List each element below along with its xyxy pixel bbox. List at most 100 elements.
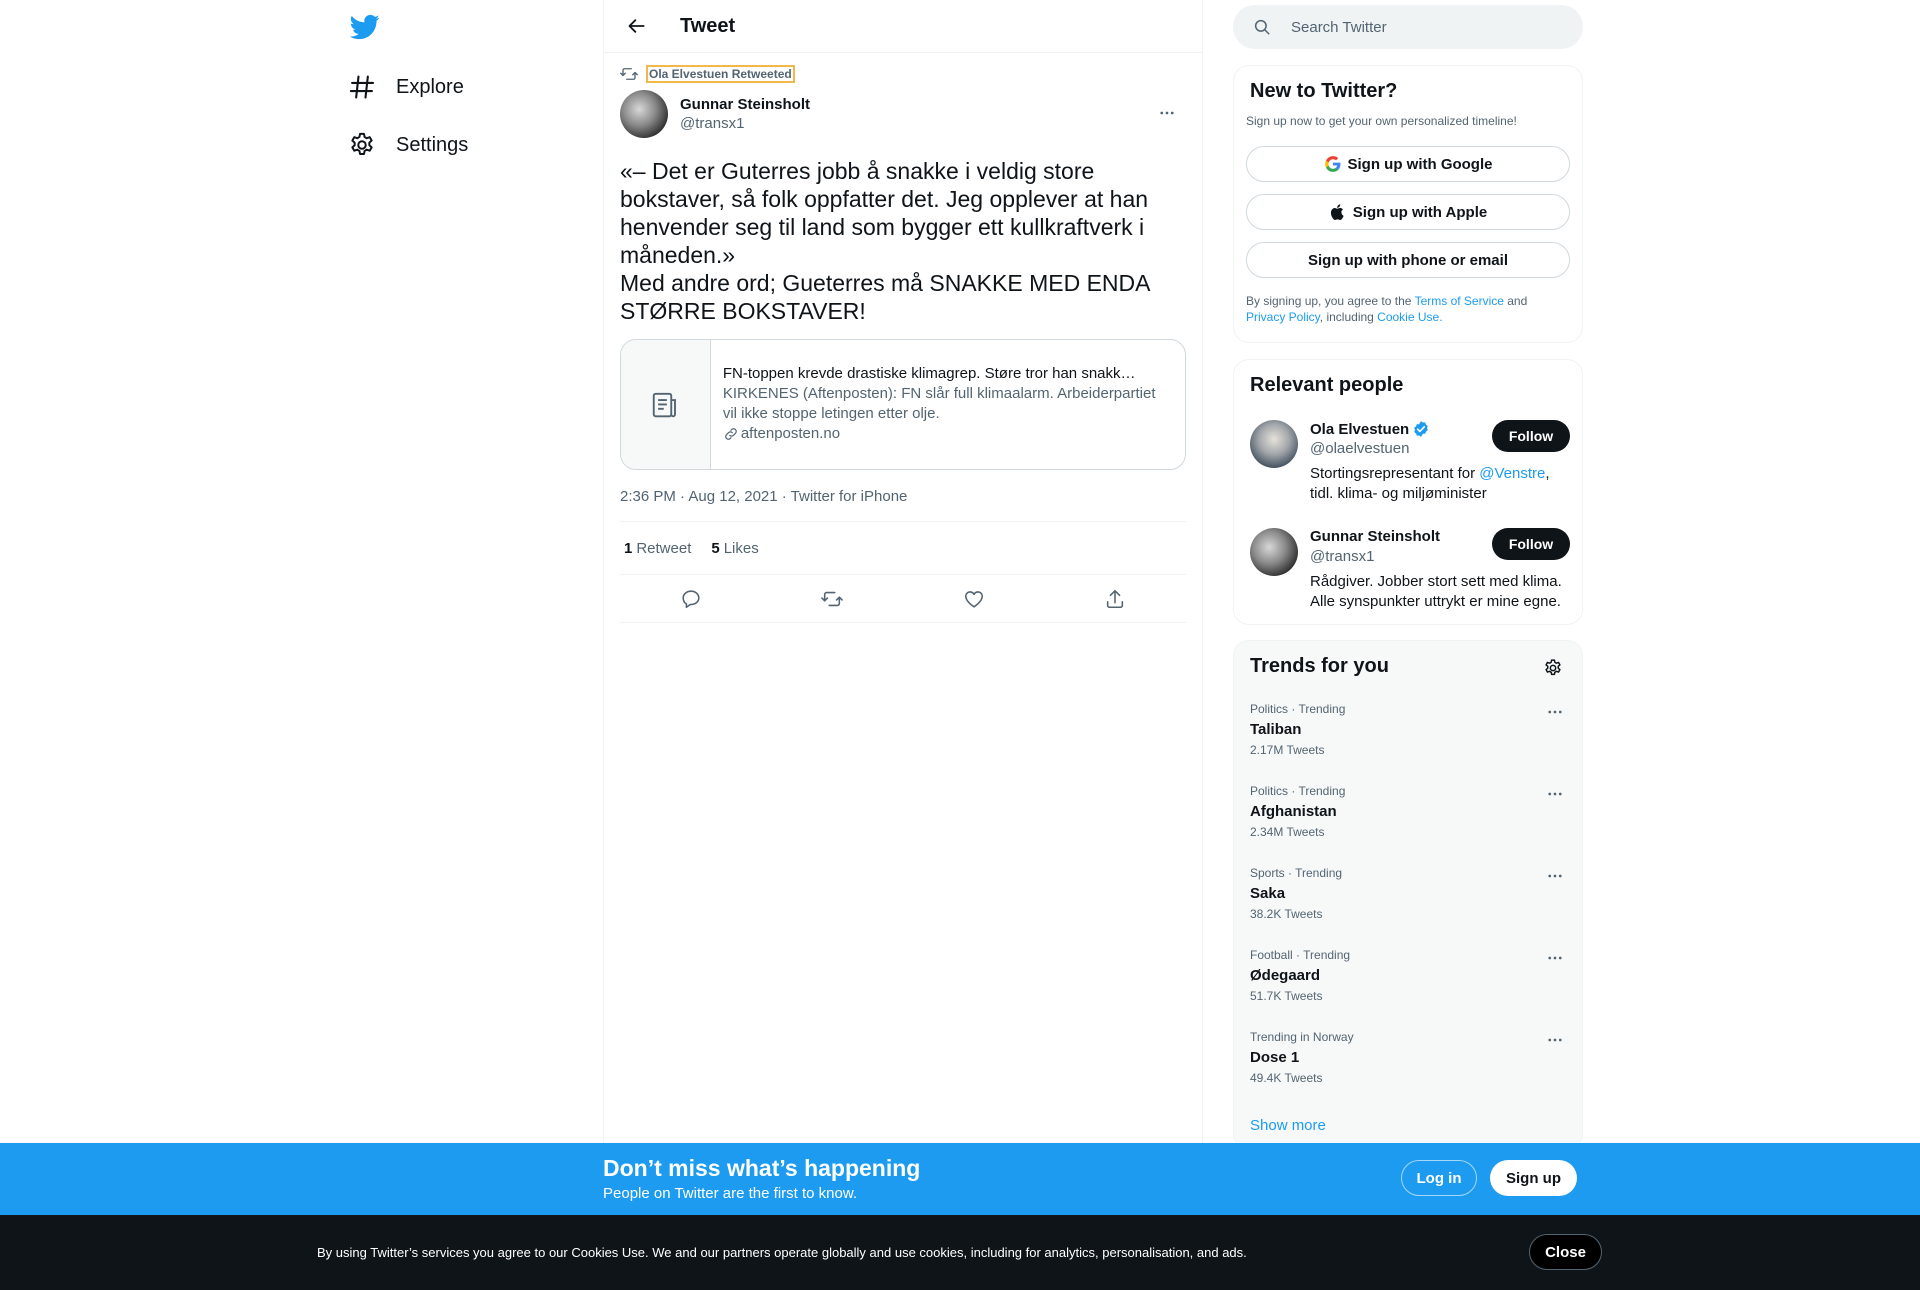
avatar[interactable] [1250,420,1298,468]
bio-text: Stortingsrepresentant for [1310,465,1480,482]
tweet: Ola Elvestuen Retweeted Gunnar Steinshol… [604,64,1202,623]
person-handle: @transx1 [1310,548,1375,565]
search-input[interactable] [1291,18,1551,36]
retweet-count[interactable]: 1 [624,540,632,557]
privacy-policy-link[interactable]: Privacy Policy [1246,310,1320,324]
social-context: Ola Elvestuen Retweeted [620,64,1186,84]
gear-icon [1543,658,1563,678]
reply-icon[interactable] [680,588,702,610]
trend-name: Taliban [1250,721,1302,738]
card-title: FN-toppen krevde drastiske klimagrep. St… [722,365,1143,382]
card-domain-text: aftenposten.no [740,425,841,442]
signup-banner: Don’t miss what’s happening People on Tw… [0,1143,1920,1215]
trend-item[interactable]: Football · Trending Ødegaard 51.7K Tweet… [1234,937,1584,1019]
more-dots-icon [1546,1031,1564,1049]
trend-count: 51.7K Tweets [1250,989,1323,1003]
nav-explore[interactable]: Explore [348,62,464,112]
trend-name: Ødegaard [1250,967,1321,984]
tweet-timestamp[interactable]: 2:36 PM · Aug 12, 2021 · Twitter for iPh… [620,488,1186,522]
banner-subtitle: People on Twitter are the first to know. [603,1185,858,1202]
page-header: Tweet [604,0,1202,53]
link-card[interactable]: FN-toppen krevde drastiske klimagrep. St… [620,339,1186,470]
banner-title: Don’t miss what’s happening [603,1155,921,1181]
login-button[interactable]: Log in [1401,1160,1477,1196]
cookie-notice-text: By using Twitter’s services you agree to… [317,1245,1247,1260]
trend-item[interactable]: Trending in Norway Dose 1 49.4K Tweets [1234,1019,1584,1101]
like-heart-icon[interactable] [963,588,985,610]
arrow-left-icon [627,16,647,36]
trends-settings-button[interactable] [1538,653,1568,683]
signup-google-button[interactable]: Sign up with Google [1246,146,1570,182]
back-button[interactable] [620,9,654,43]
person-name-text: Gunnar Steinsholt [1310,528,1441,545]
more-dots-icon [1158,104,1176,122]
trend-item[interactable]: Politics · Trending Taliban 2.17M Tweets [1234,691,1584,773]
search-icon [1253,18,1271,36]
terms-and: and [1503,294,1528,308]
nav-settings[interactable]: Settings [348,120,468,170]
terms-of-service-link[interactable]: Terms of Service [1415,294,1504,308]
hashtag-icon [348,73,376,101]
google-icon [1324,155,1342,173]
person-name[interactable]: Gunnar Steinsholt [1310,528,1440,545]
card-description: KIRKENES (Aftenposten): FN slår full kli… [722,385,1156,422]
avatar[interactable] [1250,528,1298,576]
card-thumbnail [621,340,711,469]
trend-name: Afghanistan [1250,803,1337,820]
article-icon [650,390,680,420]
like-count[interactable]: 5 [711,540,719,557]
trend-category: Sports · Trending [1250,866,1343,880]
signup-google-label: Sign up with Google [1347,155,1493,173]
person-bio: Stortingsrepresentant for @Venstre, tidl… [1310,464,1572,504]
signup-phone-email-button[interactable]: Sign up with phone or email [1246,242,1570,278]
like-label[interactable]: Likes [724,540,759,557]
apple-icon [1329,203,1347,221]
trend-more-button[interactable] [1540,697,1570,727]
person-name[interactable]: Ola Elvestuen [1310,420,1430,438]
tweet-author: Gunnar Steinsholt @transx1 [620,90,1186,138]
cookie-close-button[interactable]: Close [1529,1234,1602,1270]
main-column: Tweet Ola Elvestuen Retweeted Gunnar Ste… [603,0,1203,1145]
author-handle[interactable]: @transx1 [680,115,810,132]
trend-category: Politics · Trending [1250,784,1346,798]
nav-settings-label: Settings [396,133,469,156]
retweet-icon [620,65,638,83]
show-more-trends-link[interactable]: Show more [1250,1117,1326,1134]
bio-mention-link[interactable]: @Venstre [1479,465,1545,482]
trend-more-button[interactable] [1540,779,1570,809]
signup-button[interactable]: Sign up [1490,1160,1577,1196]
tweet-more-button[interactable] [1150,96,1184,130]
signup-apple-button[interactable]: Sign up with Apple [1246,194,1570,230]
author-name[interactable]: Gunnar Steinsholt [680,96,810,113]
retweet-icon[interactable] [821,588,844,610]
verified-badge-icon [1412,420,1430,438]
relevant-people-title: Relevant people [1250,374,1404,396]
retweeted-by-link[interactable]: Ola Elvestuen Retweeted [646,65,795,83]
terms-including: , including [1319,310,1378,324]
follow-button[interactable]: Follow [1492,528,1570,560]
signup-phone-email-label: Sign up with phone or email [1307,251,1508,269]
tweet-text: «– Det er Guterres jobb å snakke i veldi… [620,158,1150,324]
avatar[interactable] [620,90,668,138]
trend-count: 2.17M Tweets [1250,743,1325,757]
trend-name: Dose 1 [1250,1049,1300,1066]
trend-item[interactable]: Politics · Trending Afghanistan 2.34M Tw… [1234,773,1584,855]
gear-icon [348,131,376,159]
signup-terms: By signing up, you agree to the Terms of… [1246,293,1576,325]
trend-name: Saka [1250,885,1286,902]
cookie-use-link[interactable]: Cookie Use. [1377,310,1442,324]
trend-more-button[interactable] [1540,1025,1570,1055]
more-dots-icon [1546,949,1564,967]
trend-more-button[interactable] [1540,861,1570,891]
share-icon[interactable] [1104,588,1126,610]
retweet-label[interactable]: Retweet [636,540,691,557]
person-bio: Rådgiver. Jobber stort sett med klima. A… [1310,573,1562,610]
new-to-twitter-subtitle: Sign up now to get your own personalized… [1246,114,1517,128]
trend-more-button[interactable] [1540,943,1570,973]
follow-button[interactable]: Follow [1492,420,1570,452]
trend-item[interactable]: Sports · Trending Saka 38.2K Tweets [1234,855,1584,937]
twitter-bird-icon[interactable] [350,12,380,42]
search-bar[interactable] [1233,5,1583,49]
card-domain: aftenposten.no [723,424,1173,444]
trend-category: Politics · Trending [1250,702,1346,716]
